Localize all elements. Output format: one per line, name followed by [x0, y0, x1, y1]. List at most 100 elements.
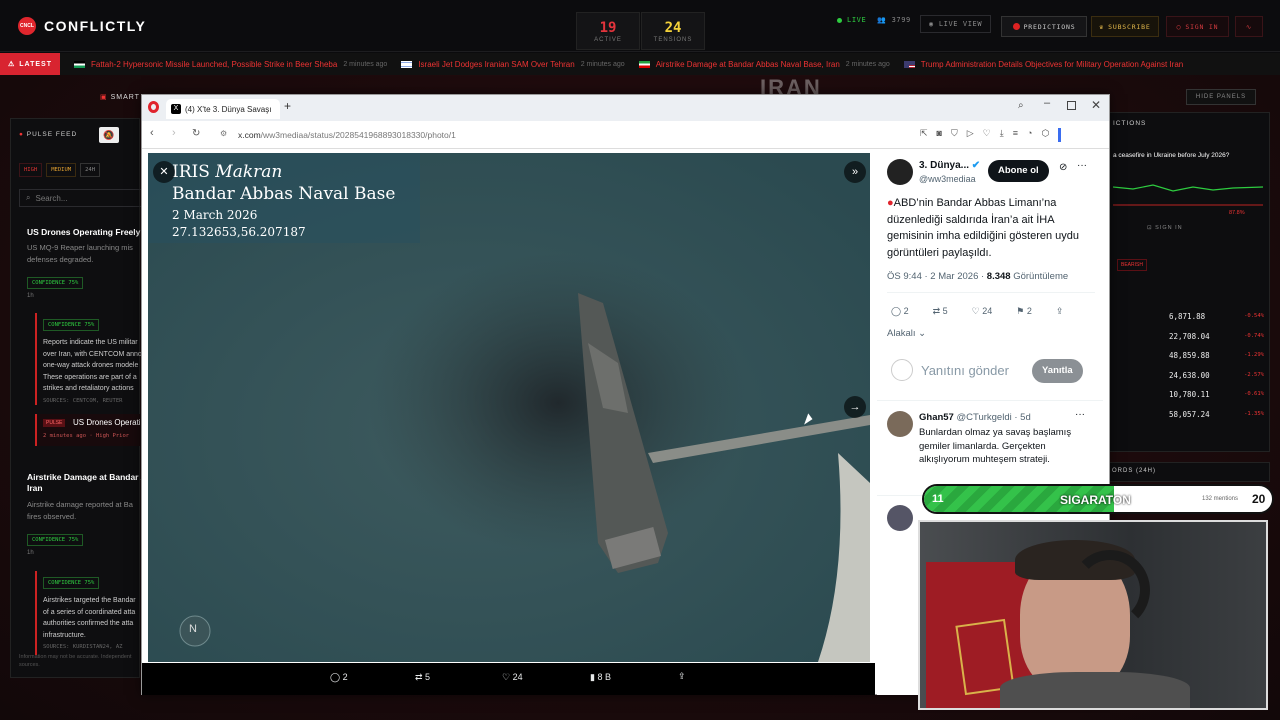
reply-author[interactable]: Ghan57 @CTurkgeldi · 5d: [919, 412, 1031, 423]
prediction-question[interactable]: a ceasefire in Ukraine before July 2026?: [1113, 152, 1229, 159]
close-window-icon[interactable]: ✕: [1091, 98, 1101, 112]
more-icon[interactable]: ···: [1077, 160, 1087, 171]
shield-icon[interactable]: ⛉: [951, 128, 958, 142]
smart-toggle[interactable]: ▣ SMART: [100, 93, 140, 101]
avatar[interactable]: [887, 159, 913, 185]
banner-right-count: 20: [1252, 492, 1266, 506]
pulse-feed-panel: ● PULSE FEED 🔕 HIGH MEDIUM 24H ⌕ Search..…: [10, 118, 147, 678]
like-action[interactable]: ♡ 24: [502, 672, 523, 683]
retweet-action[interactable]: ⇄ 5: [415, 672, 430, 683]
card-title[interactable]: US Drones Operating Freely (: [27, 227, 146, 237]
market-row[interactable]: 10,780.11 -0.61%: [1169, 385, 1264, 405]
more-icon[interactable]: ···: [1075, 409, 1085, 420]
tweet-text: ABD’nin Bandar Abbas Limanı’na düzenledi…: [887, 197, 1080, 259]
reply-author-name: Ghan57: [919, 412, 954, 423]
reply-input[interactable]: Yanıtını gönder: [921, 363, 1009, 378]
market-row[interactable]: 22,708.04 -0.74%: [1169, 327, 1264, 347]
card-desc-line: fires observed.: [27, 512, 77, 521]
share-action[interactable]: ⇪: [678, 671, 686, 682]
predictions-icon: [1012, 23, 1020, 30]
bearish-badge: BEARISH: [1117, 259, 1147, 271]
pulse-item[interactable]: PULSE US Drones Operati 2 minutes ago · …: [35, 414, 143, 446]
url-input[interactable]: x.com/ww3mediaa/status/20285419688930183…: [238, 130, 456, 140]
card-title-line: Airstrike Damage at Bandar A: [27, 472, 147, 482]
menu-icon[interactable]: ≡: [1013, 128, 1018, 142]
ticker-item[interactable]: Trump Administration Details Objectives …: [903, 60, 1183, 69]
reload-icon[interactable]: ↻: [192, 128, 200, 139]
filter-24h[interactable]: 24H: [80, 163, 101, 177]
address-bar: ‹ › ↻ ⚙ x.com/ww3mediaa/status/202854196…: [142, 121, 1109, 149]
live-view-button[interactable]: ◉ LIVE VIEW: [920, 15, 992, 33]
like-action[interactable]: ♡ 24: [972, 306, 993, 317]
bookmark-icon: ⚑: [1016, 306, 1027, 316]
follow-button[interactable]: Abone ol: [988, 160, 1049, 182]
reply-avatar[interactable]: [887, 505, 913, 531]
share-icon: ⇪: [678, 671, 686, 681]
prediction-sign-in[interactable]: ⊡ SIGN IN: [1147, 225, 1183, 231]
camera-icon[interactable]: ◙: [937, 128, 942, 142]
browser-tab[interactable]: X (4) X'te 3. Dünya Savaşı: [166, 99, 280, 119]
ticker-item[interactable]: Airstrike Damage at Bandar Abbas Naval B…: [638, 60, 890, 69]
tweet-views: 8.348: [986, 271, 1011, 282]
search-tabs-icon[interactable]: ⌕: [1018, 100, 1024, 111]
author-name[interactable]: 3. Dünya... ✔: [919, 160, 980, 171]
card-detail: CONFIDENCE 75% Reports indicate the US m…: [35, 313, 146, 405]
reply-avatar[interactable]: [887, 411, 913, 437]
profile-icon[interactable]: ◔: [1027, 128, 1032, 142]
forward-icon[interactable]: ›: [172, 127, 176, 139]
bookmark-action[interactable]: ⚑ 2: [1016, 306, 1032, 317]
author-handle[interactable]: @ww3mediaa: [919, 174, 976, 184]
opera-logo-icon[interactable]: [148, 101, 159, 113]
photo-action-bar: ◯ 2 ⇄ 5 ♡ 24 ▮ 8 B ⇪: [142, 663, 875, 695]
market-row[interactable]: 24,638.00 -2.57%: [1169, 366, 1264, 386]
share-icon[interactable]: ⇱: [920, 128, 928, 142]
sidebar-handle[interactable]: [1058, 128, 1062, 142]
back-icon[interactable]: ‹: [150, 127, 154, 139]
reply-action[interactable]: ◯ 2: [891, 306, 909, 317]
related-toggle[interactable]: Alakalı ⌄: [887, 328, 926, 339]
minimize-icon[interactable]: –: [1044, 97, 1050, 109]
share-icon: ⇪: [1055, 306, 1064, 316]
new-tab-icon[interactable]: +: [284, 99, 291, 113]
play-icon[interactable]: ▷: [967, 128, 974, 142]
market-row[interactable]: 58,057.24 -1.35%: [1169, 405, 1264, 425]
sources-text: SOURCES: KURDISTAN24, AZ: [43, 644, 123, 650]
satellite-photo[interactable]: IRIS Makran Bandar Abbas Naval Base 2 Ma…: [148, 153, 870, 662]
next-photo-button[interactable]: →: [844, 396, 866, 418]
feed-search-input[interactable]: ⌕ Search...: [19, 189, 144, 207]
heart-icon[interactable]: ♡: [983, 128, 991, 142]
market-change: -0.54%: [1244, 313, 1264, 319]
share-action[interactable]: ⇪: [1056, 306, 1064, 317]
grok-icon[interactable]: ⊘: [1059, 162, 1067, 173]
subscribe-button[interactable]: ♛ SUBSCRIBE: [1091, 16, 1159, 37]
filter-high[interactable]: HIGH: [19, 163, 43, 177]
extensions-icon[interactable]: ⬡: [1041, 128, 1049, 142]
market-value: 58,057.24: [1169, 409, 1210, 419]
sigaraton-banner: 11 SIGARATON 132 mentions 20: [922, 484, 1274, 514]
reply-button[interactable]: Yanıtla: [1032, 359, 1083, 383]
app-logo[interactable]: CNCL CONFLICTLY: [18, 17, 146, 35]
ticker-item[interactable]: Fattah-2 Hypersonic Missile Launched, Po…: [73, 60, 387, 69]
views-action[interactable]: ▮ 8 B: [590, 672, 611, 683]
hide-panels-button[interactable]: HIDE PANELS: [1186, 89, 1256, 105]
reply-action[interactable]: ◯ 2: [330, 672, 348, 683]
sign-in-button[interactable]: ◯ SIGN IN: [1166, 16, 1229, 37]
market-value: 6,871.88: [1169, 312, 1206, 321]
predictions-button[interactable]: PREDICTIONS: [1001, 16, 1087, 37]
card-title[interactable]: Airstrike Damage at Bandar A Iran: [27, 472, 147, 494]
market-row[interactable]: 48,859.88 -1.29%: [1169, 346, 1264, 366]
ticker-item[interactable]: Israeli Jet Dodges Iranian SAM Over Tehr…: [401, 60, 625, 69]
site-info-icon[interactable]: ⚙: [220, 129, 227, 138]
activity-button[interactable]: ∿: [1235, 16, 1263, 37]
tensions-label: TENSIONS: [653, 37, 693, 43]
smart-label: SMART: [110, 94, 140, 101]
market-row[interactable]: 6,871.88 -0.54%: [1169, 307, 1264, 327]
close-photo-button[interactable]: ✕: [153, 161, 175, 183]
maximize-icon[interactable]: [1067, 101, 1076, 110]
expand-sidebar-button[interactable]: »: [844, 161, 866, 183]
filter-medium[interactable]: MEDIUM: [46, 163, 77, 177]
mute-notifications-button[interactable]: 🔕: [99, 127, 119, 143]
retweet-action[interactable]: ⇄ 5: [933, 306, 948, 317]
app-name: CONFLICTLY: [44, 18, 147, 34]
download-icon[interactable]: ⤓: [1000, 128, 1004, 142]
